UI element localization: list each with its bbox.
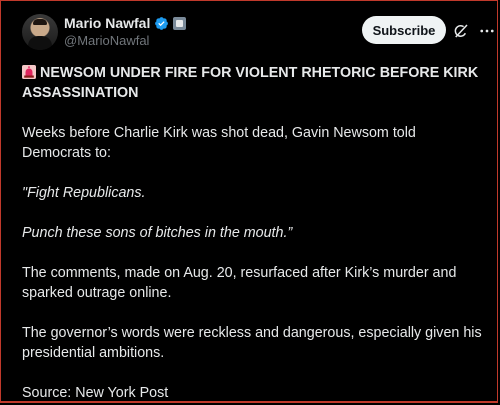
paragraph-intro: Weeks before Charlie Kirk was shot dead,… xyxy=(22,125,416,161)
affiliation-badge-icon[interactable] xyxy=(173,16,187,30)
grok-icon[interactable] xyxy=(452,22,470,40)
paragraph-opinion: The governor’s words were reckless and d… xyxy=(22,325,482,361)
author-names: Mario Nawfal @MarioNawfal xyxy=(64,14,187,48)
avatar-suit xyxy=(28,36,52,50)
more-options-icon[interactable] xyxy=(478,22,496,40)
author-handle[interactable]: @MarioNawfal xyxy=(64,33,186,48)
author-display-name[interactable]: Mario Nawfal xyxy=(64,15,150,31)
post-header: Mario Nawfal @MarioNawfal Subscribe xyxy=(22,14,494,54)
post-content: NEWSOM UNDER FIRE FOR VIOLENT RHETORIC B… xyxy=(22,63,482,403)
post: Mario Nawfal @MarioNawfal Subscribe NEWS… xyxy=(0,0,500,405)
avatar[interactable] xyxy=(22,14,58,50)
paragraph-source: Source: New York Post xyxy=(22,385,169,401)
avatar-hair xyxy=(33,19,47,25)
subscribe-button[interactable]: Subscribe xyxy=(362,16,446,44)
verified-badge-icon[interactable] xyxy=(154,16,169,31)
paragraph-quote-1: "Fight Republicans. xyxy=(22,185,146,201)
headline-text: NEWSOM UNDER FIRE FOR VIOLENT RHETORIC B… xyxy=(22,65,479,101)
name-row: Mario Nawfal xyxy=(64,14,187,32)
post-headline: NEWSOM UNDER FIRE FOR VIOLENT RHETORIC B… xyxy=(22,63,482,103)
paragraph-quote-2: Punch these sons of bitches in the mouth… xyxy=(22,225,293,241)
siren-emoji-icon xyxy=(22,65,36,79)
paragraph-context: The comments, made on Aug. 20, resurface… xyxy=(22,265,457,301)
